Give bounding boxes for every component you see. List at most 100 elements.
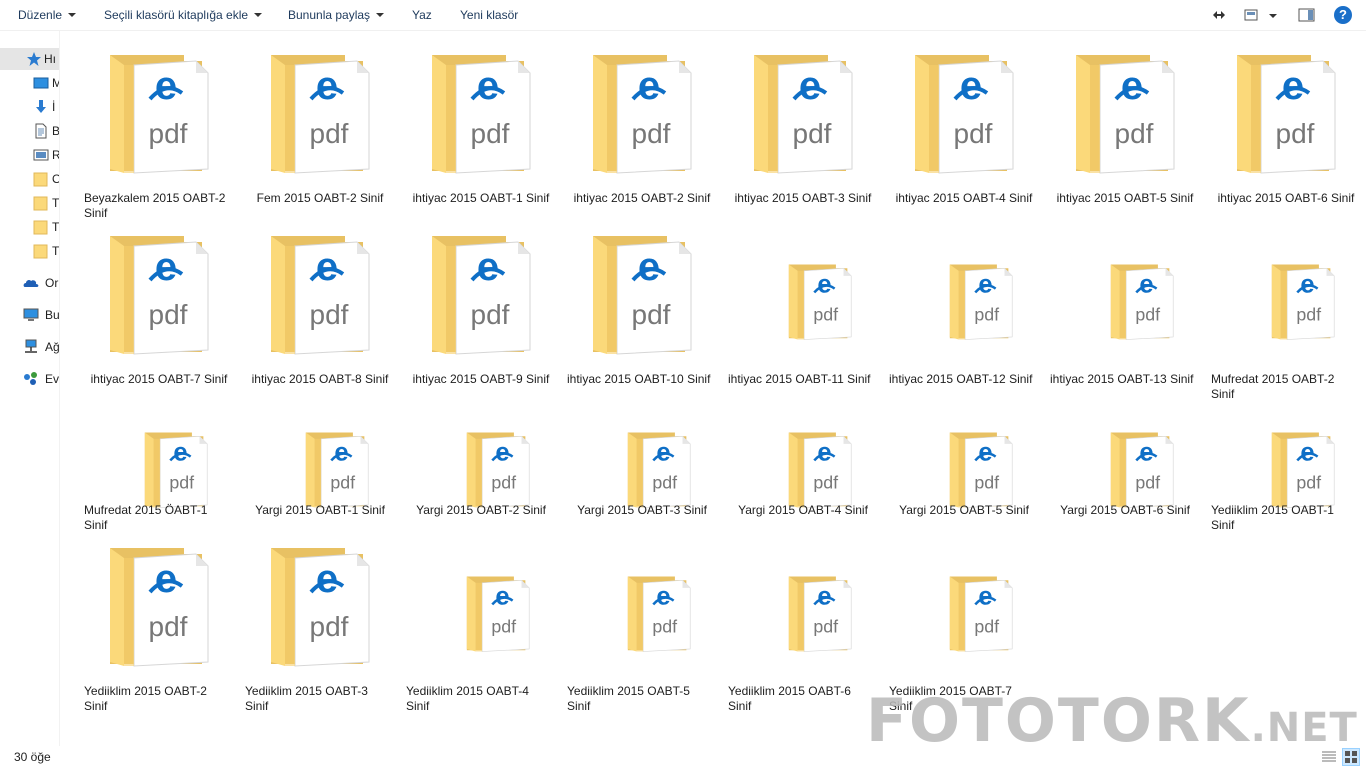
pdf-folder-icon: epdf <box>949 264 1013 340</box>
nav-item-documents[interactable]: B <box>0 120 59 142</box>
pdf-label: pdf <box>1276 118 1315 149</box>
nav-item-label: O <box>52 172 59 186</box>
file-name: ihtiyac 2015 OABT-11 Sinif <box>728 372 871 386</box>
pdf-label: pdf <box>491 472 516 492</box>
pdf-label: pdf <box>1115 118 1154 149</box>
file-item[interactable]: e pdf Fem 2015 OABT-2 Sinif <box>242 51 398 221</box>
file-item[interactable]: e pdf Yediiklim 2015 OABT-4 Sinif <box>403 544 559 714</box>
file-item[interactable]: e pdf Yediiklim 2015 OABT-3 Sinif <box>242 544 398 714</box>
file-name: Yediiklim 2015 OABT-6 Sinif <box>728 684 851 713</box>
resize-arrows-icon[interactable] <box>1212 6 1226 24</box>
file-item[interactable]: e pdf ihtiyac 2015 OABT-13 Sinif <box>1047 232 1203 402</box>
nav-item-downloads[interactable]: İ <box>0 96 59 118</box>
file-name: Yediiklim 2015 OABT-2 Sinif <box>84 684 207 713</box>
help-button[interactable]: ? <box>1334 6 1352 24</box>
file-item[interactable]: e pdf Yargi 2015 OABT-3 Sinif <box>564 400 720 545</box>
nav-item-folder-4[interactable]: T <box>0 240 60 262</box>
pdf-folder-icon: epdf <box>466 576 530 652</box>
pdf-folder-icon: e pdf <box>1237 55 1336 174</box>
pdf-folder-icon: epdf <box>271 55 370 174</box>
organize-button[interactable]: Düzenle <box>18 8 77 22</box>
nav-item-folder-2[interactable]: T <box>0 192 59 214</box>
file-name: Yediiklim 2015 OABT-5 Sinif <box>567 684 690 713</box>
share-with-label: Bununla paylaş <box>288 8 371 22</box>
file-item[interactable]: e pdf ihtiyac 2015 OABT-11 Sinif <box>725 232 881 402</box>
file-item[interactable]: e pdf Yediiklim 2015 OABT-1 Sinif <box>1208 400 1364 545</box>
nav-item-pictures[interactable]: R <box>0 144 59 166</box>
pdf-label: pdf <box>974 304 999 324</box>
file-item[interactable]: e pdf Yargi 2015 OABT-4 Sinif <box>725 400 881 545</box>
pdf-folder-icon: epdf <box>432 236 531 355</box>
file-name: Yargi 2015 OABT-2 Sinif <box>416 503 546 517</box>
file-name: Mufredat 2015 ÖABT-1 Sinif <box>84 503 208 532</box>
organize-label: Düzenle <box>18 8 63 22</box>
file-item[interactable]: e pdf Yargi 2015 OABT-6 Sinif <box>1047 400 1203 545</box>
file-item[interactable]: e pdf ihtiyac 2015 OABT-8 Sinif <box>242 232 398 402</box>
file-item[interactable]: e pdf Yargi 2015 OABT-1 Sinif <box>242 400 398 545</box>
pdf-folder-icon: epdf <box>144 432 208 508</box>
file-item[interactable]: e pdf ihtiyac 2015 OABT-3 Sinif <box>725 51 881 221</box>
pdf-folder-icon: epdf <box>1271 264 1335 340</box>
preview-pane-icon[interactable] <box>1298 6 1316 24</box>
file-item[interactable]: e pdf ihtiyac 2015 OABT-6 Sinif <box>1208 51 1364 221</box>
file-item[interactable]: e pdf ihtiyac 2015 OABT-7 Sinif <box>81 232 237 402</box>
pdf-folder-icon: epdf <box>305 432 369 508</box>
chevron-down-icon <box>376 13 385 17</box>
file-item[interactable]: e pdf ihtiyac 2015 OABT-9 Sinif <box>403 232 559 402</box>
pdf-label: pdf <box>149 299 188 330</box>
file-name: Beyazkalem 2015 OABT-2 Sinif <box>84 191 226 220</box>
pdf-folder-icon: epdf <box>627 432 691 508</box>
nav-item-label: T <box>52 244 60 258</box>
file-item[interactable]: e pdf ihtiyac 2015 OABT-2 Sinif <box>564 51 720 221</box>
nav-item-label: M <box>52 76 59 90</box>
file-name: ihtiyac 2015 OABT-7 Sinif <box>90 372 228 386</box>
svg-text:e: e <box>638 245 660 289</box>
file-item[interactable]: e pdf Yediiklim 2015 OABT-2 Sinif <box>81 544 237 714</box>
burn-button[interactable]: Yaz <box>412 8 432 22</box>
file-name: ihtiyac 2015 OABT-8 Sinif <box>251 372 389 386</box>
file-item[interactable]: e pdf ihtiyac 2015 OABT-1 Sinif <box>403 51 559 221</box>
pdf-label: pdf <box>954 118 993 149</box>
file-item[interactable]: e pdf Mufredat 2015 OABT-2 Sinif <box>1208 232 1364 402</box>
nav-item-quick-access[interactable]: Hı <box>0 48 59 70</box>
pdf-label: pdf <box>632 118 671 149</box>
file-item[interactable]: e pdf Yediiklim 2015 OABT-5 Sinif <box>564 544 720 714</box>
pdf-folder-icon: epdf <box>754 55 853 174</box>
file-name: ihtiyac 2015 OABT-1 Sinif <box>412 191 550 205</box>
file-item[interactable]: e pdf Mufredat 2015 ÖABT-1 Sinif <box>81 400 237 545</box>
file-name: ihtiyac 2015 OABT-12 Sinif <box>889 372 1033 386</box>
nav-item-folder-3[interactable]: T <box>0 216 59 238</box>
nav-item-label: Bu <box>45 308 60 322</box>
nav-item-homegroup[interactable]: Ev <box>0 368 59 390</box>
nav-item-desktop[interactable]: M <box>0 72 59 94</box>
file-item[interactable]: e pdf ihtiyac 2015 OABT-10 Sinif <box>564 232 720 402</box>
nav-item-this-pc[interactable]: Bu <box>0 304 60 326</box>
file-item[interactable]: e pdf Yargi 2015 OABT-5 Sinif <box>886 400 1042 545</box>
file-name: Fem 2015 OABT-2 Sinif <box>256 191 384 205</box>
view-options-icon <box>1244 9 1277 21</box>
new-folder-button[interactable]: Yeni klasör <box>460 8 518 22</box>
nav-item-folder-1[interactable]: O <box>0 168 59 190</box>
file-name: ihtiyac 2015 OABT-4 Sinif <box>895 191 1033 205</box>
file-name: Yargi 2015 OABT-5 Sinif <box>899 503 1029 517</box>
share-with-button[interactable]: Bununla paylaş <box>288 8 385 22</box>
file-item[interactable]: e pdf ihtiyac 2015 OABT-4 Sinif <box>886 51 1042 221</box>
file-item[interactable]: e pdf ihtiyac 2015 OABT-12 Sinif <box>886 232 1042 402</box>
pdf-label: pdf <box>974 616 999 636</box>
file-item[interactable]: e pdf ihtiyac 2015 OABT-5 Sinif <box>1047 51 1203 221</box>
chevron-down-icon <box>254 13 263 17</box>
file-item[interactable]: e pdf Yargi 2015 OABT-2 Sinif <box>403 400 559 545</box>
homegroup-icon <box>24 372 37 385</box>
pdf-label: pdf <box>491 616 516 636</box>
this-pc-icon <box>23 308 39 321</box>
file-item[interactable]: e pdf Beyazkalem 2015 OABT-2 Sinif <box>81 51 237 221</box>
file-item[interactable]: e pdf Yediiklim 2015 OABT-6 Sinif <box>725 544 881 714</box>
change-view-button[interactable] <box>1244 6 1280 24</box>
pdf-label: pdf <box>169 472 194 492</box>
svg-text:e: e <box>1282 64 1304 108</box>
include-in-library-button[interactable]: Seçili klasörü kitaplığa ekle <box>104 8 263 22</box>
pdf-folder-icon: epdf <box>110 548 209 667</box>
nav-item-network[interactable]: Ağ <box>0 336 59 358</box>
svg-text:e: e <box>155 245 177 289</box>
nav-item-onedrive[interactable]: Or <box>0 272 59 294</box>
